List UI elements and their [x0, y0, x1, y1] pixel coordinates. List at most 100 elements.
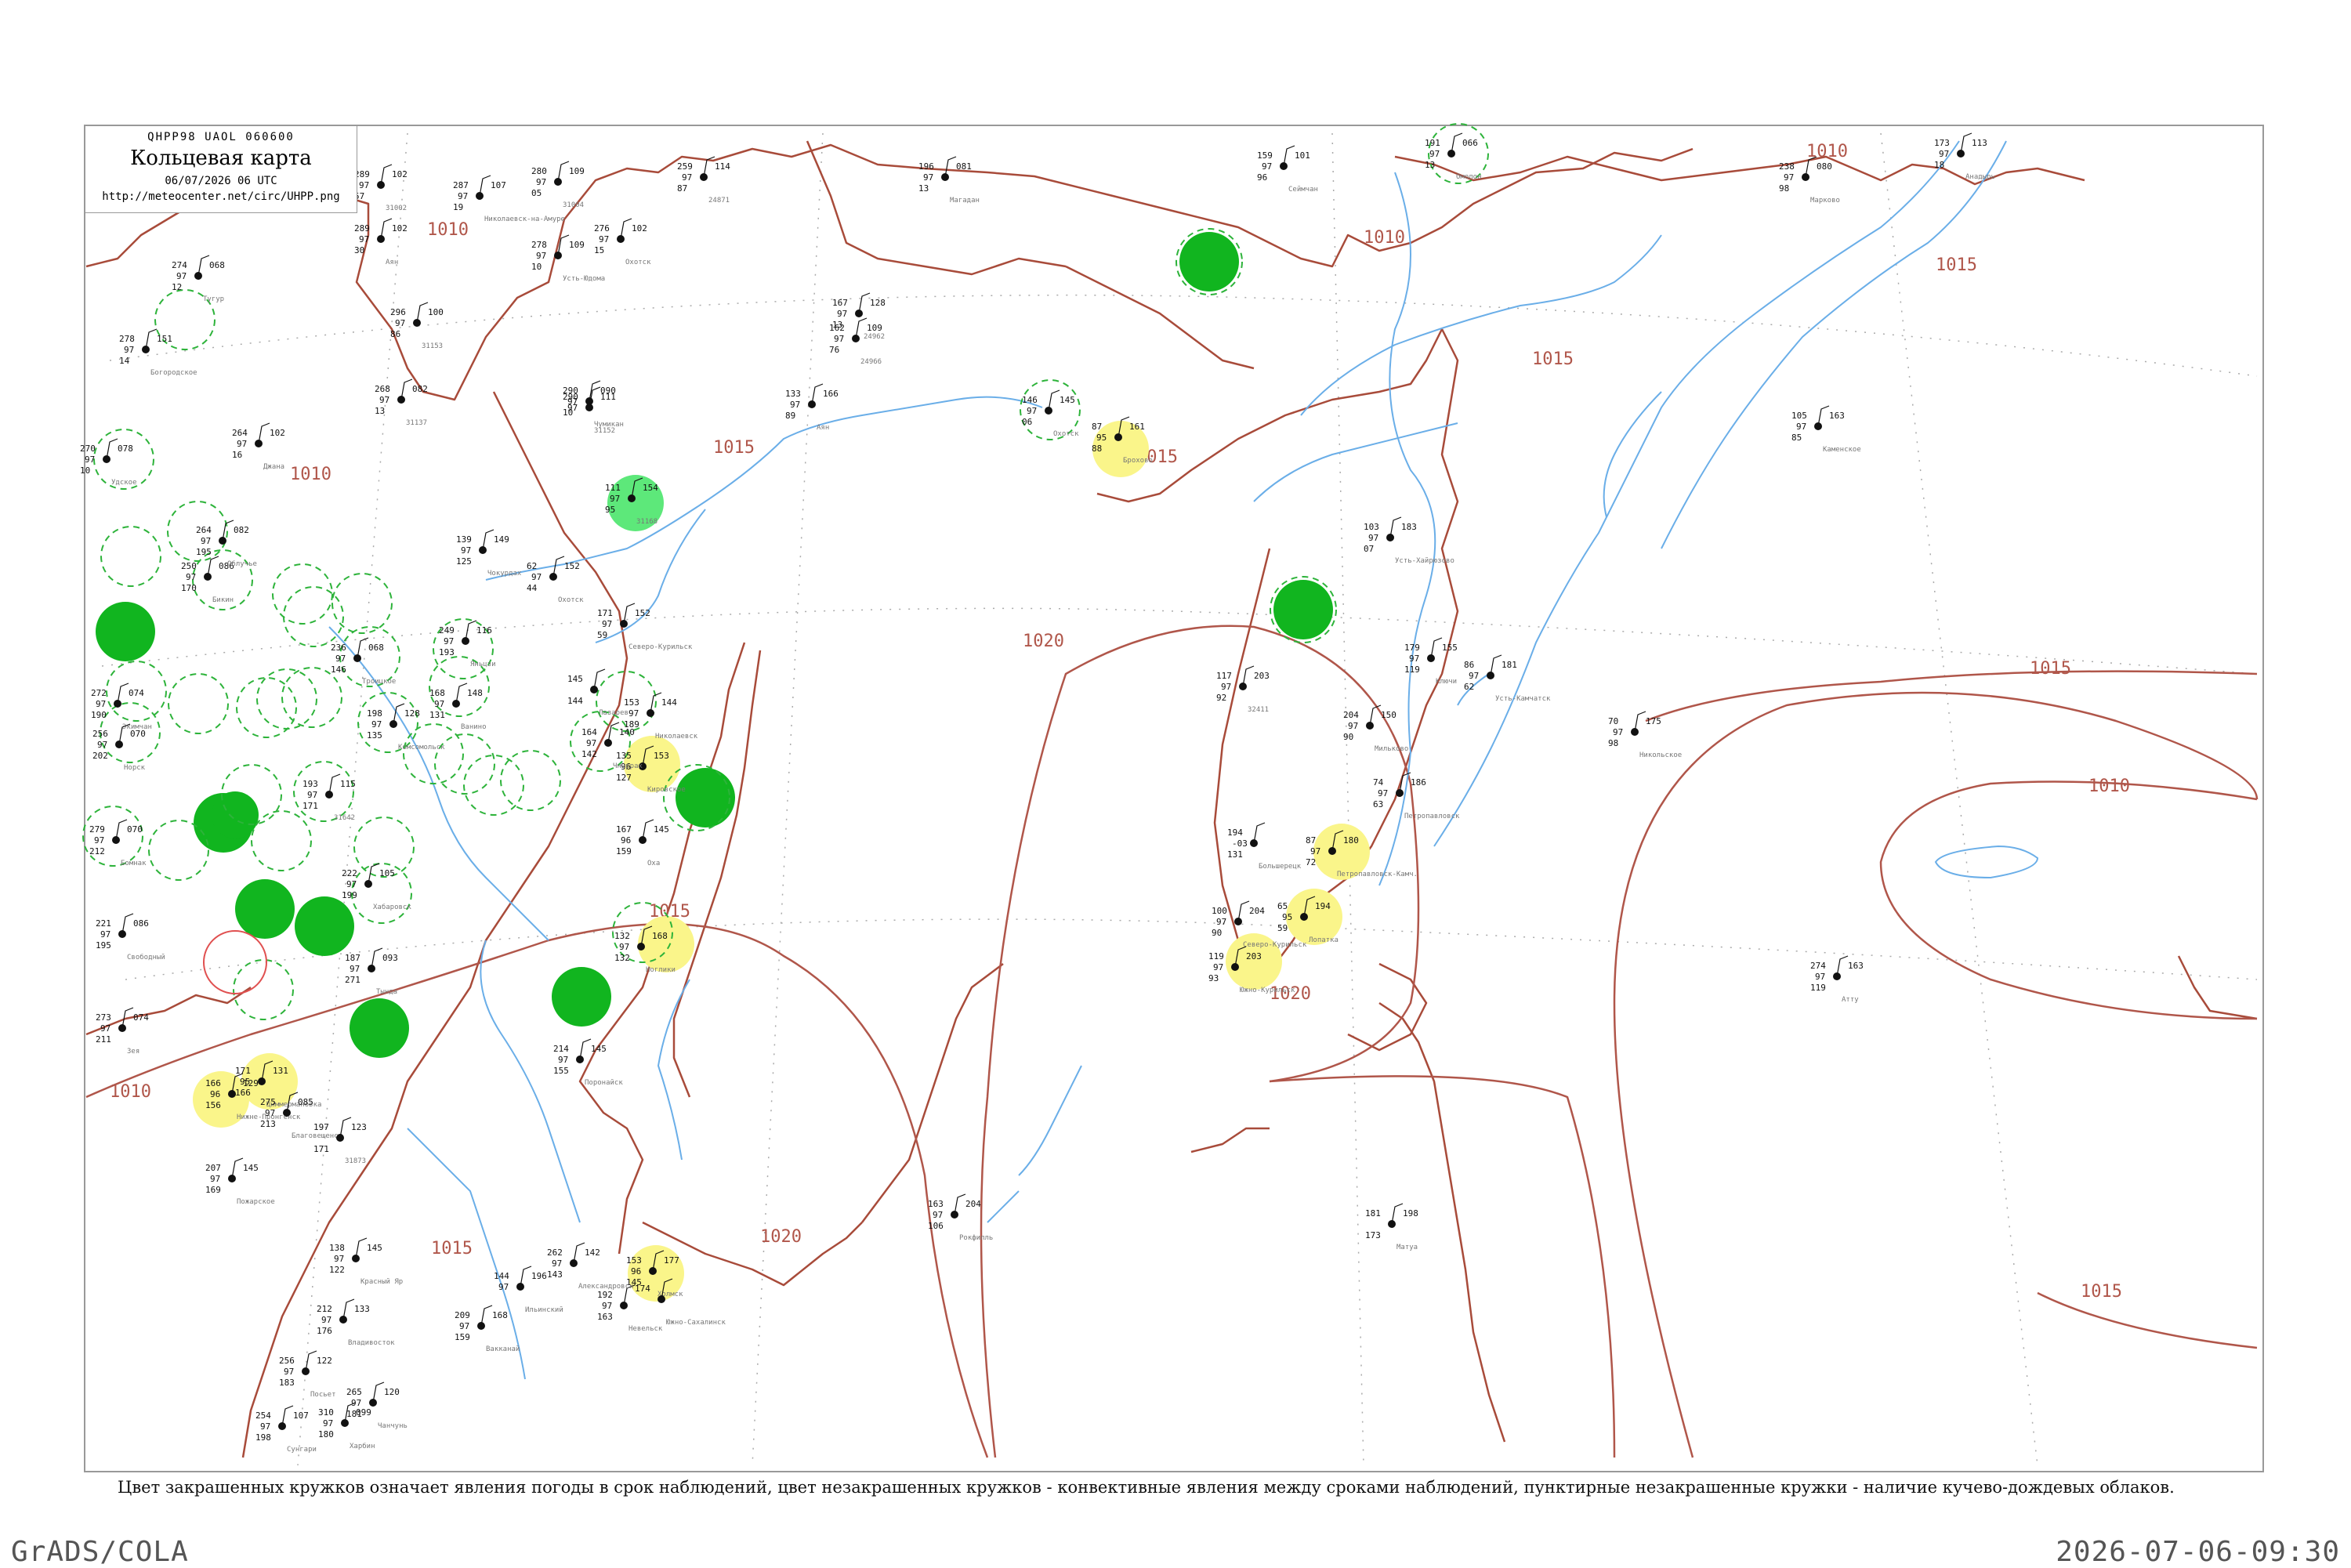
map-caption: Цвет закрашенных кружков означает явлени…	[118, 1478, 2175, 1497]
isobar-label: 1015	[2081, 1282, 2122, 1302]
station-pressure: 203	[1246, 951, 1262, 961]
station-plot: 25697202 070 Норск	[92, 723, 146, 772]
station-pressure: 081	[956, 161, 972, 172]
station-extra: 183	[279, 1378, 295, 1388]
station-temp: 171	[597, 608, 613, 618]
station-pressure: 198	[1403, 1208, 1418, 1219]
station-pressure: 177	[664, 1255, 679, 1266]
station-name: Пожарское	[237, 1198, 275, 1206]
station-pressure: 066	[1462, 138, 1478, 148]
station-plot: 1179792 203 32411	[1216, 665, 1270, 714]
station-pressure: 194	[1315, 901, 1331, 911]
station-pressure: 145	[1060, 395, 1075, 405]
station-dewpoint: 95	[1096, 433, 1107, 443]
station-name: Лопатка	[1309, 936, 1339, 944]
station-extra: 119	[1810, 983, 1826, 993]
station-dewpoint: 97	[1216, 917, 1226, 927]
station-temp: 135	[616, 751, 632, 761]
station-pressure: 122	[317, 1356, 332, 1366]
station-dewpoint: 97	[1429, 149, 1440, 159]
station-temp: 181	[1365, 1208, 1381, 1219]
isobar-label: 1020	[1023, 632, 1064, 651]
station-extra: 98	[1608, 738, 1618, 748]
station-dewpoint: 97	[359, 180, 369, 190]
station-temp: 103	[1364, 522, 1379, 532]
station-pressure: 107	[293, 1410, 309, 1421]
station-pressure: 181	[1502, 660, 1517, 670]
station-pressure: 151	[157, 334, 172, 344]
station-name: Ключи	[1436, 678, 1457, 686]
station-pressure: 093	[382, 953, 398, 963]
station-extra: 72	[1306, 857, 1316, 867]
station-dewpoint: 97	[97, 740, 107, 750]
station-plot: 2769715 102 Охотск	[594, 218, 651, 266]
station-extra: 159	[616, 846, 632, 856]
station-pressure: 068	[368, 643, 384, 653]
station-plot: 2599787 114 24871	[677, 156, 730, 205]
station-extra: 76	[829, 345, 839, 355]
station-plot: 629744 152 Охотск	[527, 556, 584, 604]
station-pressure: 100	[428, 307, 444, 317]
station-dewpoint: 97	[682, 172, 692, 183]
station-temp: 259	[677, 161, 693, 172]
isobar-label: 1010	[1364, 228, 1405, 248]
station-temp: 173	[1934, 138, 1950, 148]
station-extra: 131	[1227, 849, 1243, 860]
station-pressure: 113	[1972, 138, 1987, 148]
station-name: Чанчунь	[378, 1422, 408, 1430]
station-name: Северо-Курильск	[1243, 941, 1307, 949]
station-dewpoint: 97	[1027, 406, 1037, 416]
station-temp: 166	[205, 1078, 221, 1088]
station-pressure: 168	[492, 1310, 508, 1320]
station-temp: 274	[172, 260, 187, 270]
station-dewpoint: 97	[395, 318, 405, 328]
station-temp: 196	[918, 161, 934, 172]
station-dewpoint: 97	[1613, 727, 1623, 737]
station-name: Усть-Юдома	[563, 275, 605, 283]
station-temp: 256	[92, 729, 108, 739]
station-temp: 256	[279, 1356, 295, 1366]
station-extra: 119	[1404, 664, 1420, 675]
station-temp: 278	[531, 240, 547, 250]
station-plot: 25697183 122 Посьет	[279, 1350, 336, 1399]
station-extra: 06	[1022, 417, 1032, 427]
station-name: Южно-Сахалинск	[666, 1319, 726, 1327]
station-plot: 2879719107Николаевск-на-Амуре	[453, 175, 565, 223]
station-plot: 1919713 066 Омолон	[1425, 132, 1482, 181]
station-extra: 198	[255, 1432, 271, 1443]
weather-circle-yellow	[638, 916, 694, 972]
station-name: Поронайск	[585, 1079, 623, 1087]
station-dewpoint: 97	[96, 699, 106, 709]
station-extra: 85	[1791, 433, 1802, 443]
station-pressure: 109	[569, 166, 585, 176]
weather-circle-green	[676, 768, 735, 827]
station-name: Матуа	[1396, 1244, 1418, 1251]
station-plot: 25497198 107 Сунгари	[255, 1405, 317, 1454]
station-temp: 273	[96, 1012, 111, 1023]
station-name: 31873	[345, 1157, 366, 1165]
station-pressure: 145	[367, 1243, 382, 1253]
station-temp: 191	[1425, 138, 1440, 148]
station-name: Атту	[1842, 996, 1859, 1004]
station-pressure: 115	[340, 779, 356, 789]
station-name: Омолон	[1456, 173, 1482, 181]
station-name: Анадырь	[1965, 173, 1995, 181]
station-pressure: 153	[654, 751, 669, 761]
station-dewpoint: 97	[265, 1108, 275, 1118]
station-pressure: 133	[354, 1304, 370, 1314]
station-temp: 138	[329, 1243, 345, 1253]
station-plot: 26297143 142 Александровск	[547, 1242, 634, 1291]
station-name: Чокурдах	[487, 570, 522, 578]
legend-box: QHPP98 UAOL 060600 Кольцевая карта 06/07…	[85, 125, 357, 213]
isobar-label: 1015	[1936, 255, 1977, 275]
station-plot: 2649716 102 Джана	[232, 422, 285, 471]
station-plot: 1719759 152 Северо-Курильск	[597, 603, 693, 651]
station-plot: 20797169 145 Пожарское	[205, 1157, 275, 1206]
station-plot: 26597181 120 Чанчунь	[346, 1382, 408, 1430]
station-dewpoint: 97	[100, 1023, 110, 1034]
weather-ring-red	[203, 930, 267, 994]
station-dewpoint: 97	[1815, 972, 1825, 982]
station-pressure: 152	[635, 608, 650, 618]
station-extra: 87	[677, 183, 687, 194]
station-temp: 194	[1227, 827, 1243, 838]
